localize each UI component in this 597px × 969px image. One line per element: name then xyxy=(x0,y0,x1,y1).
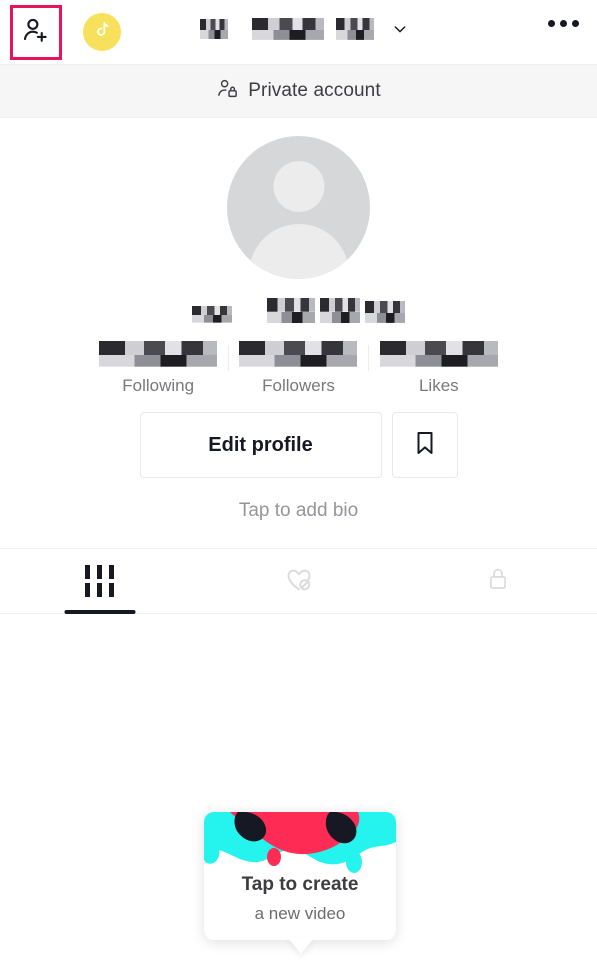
handle-redacted-block xyxy=(320,298,360,323)
person-add-icon xyxy=(21,15,51,50)
active-tab-underline xyxy=(64,610,135,614)
username-dropdown[interactable] xyxy=(200,18,408,40)
likes-label: Likes xyxy=(418,376,459,395)
handle-redacted-block xyxy=(365,301,405,323)
heart-slash-icon xyxy=(284,564,314,599)
add-friend-button[interactable] xyxy=(10,5,62,60)
more-options-icon xyxy=(572,20,579,27)
bookmark-icon xyxy=(413,430,437,461)
tooltip-subtitle: a new video xyxy=(254,904,346,923)
username-redacted-block xyxy=(200,19,228,39)
tab-videos[interactable] xyxy=(0,549,199,614)
more-options-icon xyxy=(548,20,555,27)
bookmarks-button[interactable] xyxy=(391,412,458,478)
default-avatar-icon xyxy=(248,224,349,279)
followers-label: Followers xyxy=(262,376,335,395)
top-bar xyxy=(0,0,597,64)
following-label: Following xyxy=(122,376,195,395)
stat-following[interactable]: Following xyxy=(89,341,228,396)
lock-icon xyxy=(485,565,511,598)
tab-private[interactable] xyxy=(398,549,597,613)
profile-tabs xyxy=(0,548,597,614)
coins-button[interactable] xyxy=(83,13,121,51)
stat-likes[interactable]: Likes xyxy=(369,341,508,396)
username-redacted-block xyxy=(252,18,324,40)
stats-row: Following Followers Likes xyxy=(89,341,509,396)
default-avatar-icon xyxy=(273,161,324,212)
tab-liked[interactable] xyxy=(199,549,398,613)
handle-redacted-block xyxy=(192,306,232,323)
chevron-down-icon xyxy=(392,21,408,37)
tooltip-title: Tap to create xyxy=(241,874,359,895)
tiktok-coin-icon xyxy=(91,19,113,46)
more-options-icon xyxy=(560,20,567,27)
username-redacted-block xyxy=(336,18,374,40)
private-account-label: Private account xyxy=(248,80,381,101)
grid-icon xyxy=(85,565,114,597)
bio-placeholder[interactable]: Tap to add bio xyxy=(239,500,358,522)
handle-redacted-block xyxy=(267,298,315,323)
profile-section: Following Followers Likes Edit profile T… xyxy=(0,118,597,522)
create-video-tooltip[interactable]: Tap to create a new video xyxy=(204,812,396,940)
avatar[interactable] xyxy=(227,136,370,279)
private-account-banner[interactable]: Private account xyxy=(0,64,597,118)
following-count-redacted xyxy=(99,341,218,367)
likes-count-redacted xyxy=(379,341,498,367)
edit-profile-button[interactable]: Edit profile xyxy=(139,412,382,478)
person-lock-icon xyxy=(216,77,239,105)
stat-followers[interactable]: Followers xyxy=(229,341,368,396)
followers-count-redacted xyxy=(239,341,358,367)
profile-handle xyxy=(192,293,405,323)
tooltip-pointer xyxy=(288,938,314,954)
profile-actions: Edit profile xyxy=(139,412,458,478)
more-options-button[interactable] xyxy=(548,20,579,27)
